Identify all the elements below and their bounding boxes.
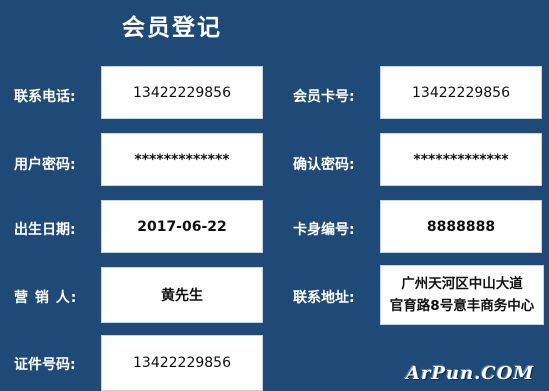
birthday-label: 出生日期: bbox=[14, 222, 76, 238]
phone-label: 联系电话: bbox=[14, 89, 76, 105]
card-number-field[interactable]: 13422229856 bbox=[380, 66, 542, 119]
salesperson-field[interactable]: 黄先生 bbox=[101, 267, 263, 323]
address-line-2: 官育路8号意丰商务中心 bbox=[389, 298, 535, 314]
birthday-field[interactable]: 2017-06-22 bbox=[101, 200, 263, 253]
card-number-label: 会员卡号: bbox=[293, 89, 355, 105]
address-field[interactable]: 广州天河区中山大道 官育路8号意丰商务中心 bbox=[380, 265, 544, 325]
salesperson-label: 营 销 人: bbox=[14, 290, 78, 306]
password-field[interactable]: ************* bbox=[101, 133, 263, 186]
card-id-field[interactable]: 8888888 bbox=[380, 200, 542, 253]
confirm-password-label: 确认密码: bbox=[293, 157, 355, 173]
address-label: 联系地址: bbox=[293, 290, 355, 306]
confirm-password-field[interactable]: ************* bbox=[380, 133, 542, 186]
card-id-label: 卡身编号: bbox=[293, 222, 355, 238]
id-number-label: 证件号码: bbox=[14, 357, 76, 373]
address-line-1: 广州天河区中山大道 bbox=[401, 276, 523, 292]
watermark-logo: ArPun.COM bbox=[406, 363, 535, 384]
password-label: 用户密码: bbox=[14, 157, 76, 173]
page-title: 会员登记 bbox=[122, 15, 222, 41]
phone-field[interactable]: 13422229856 bbox=[101, 66, 263, 119]
id-number-field[interactable]: 13422229856 bbox=[101, 335, 263, 391]
